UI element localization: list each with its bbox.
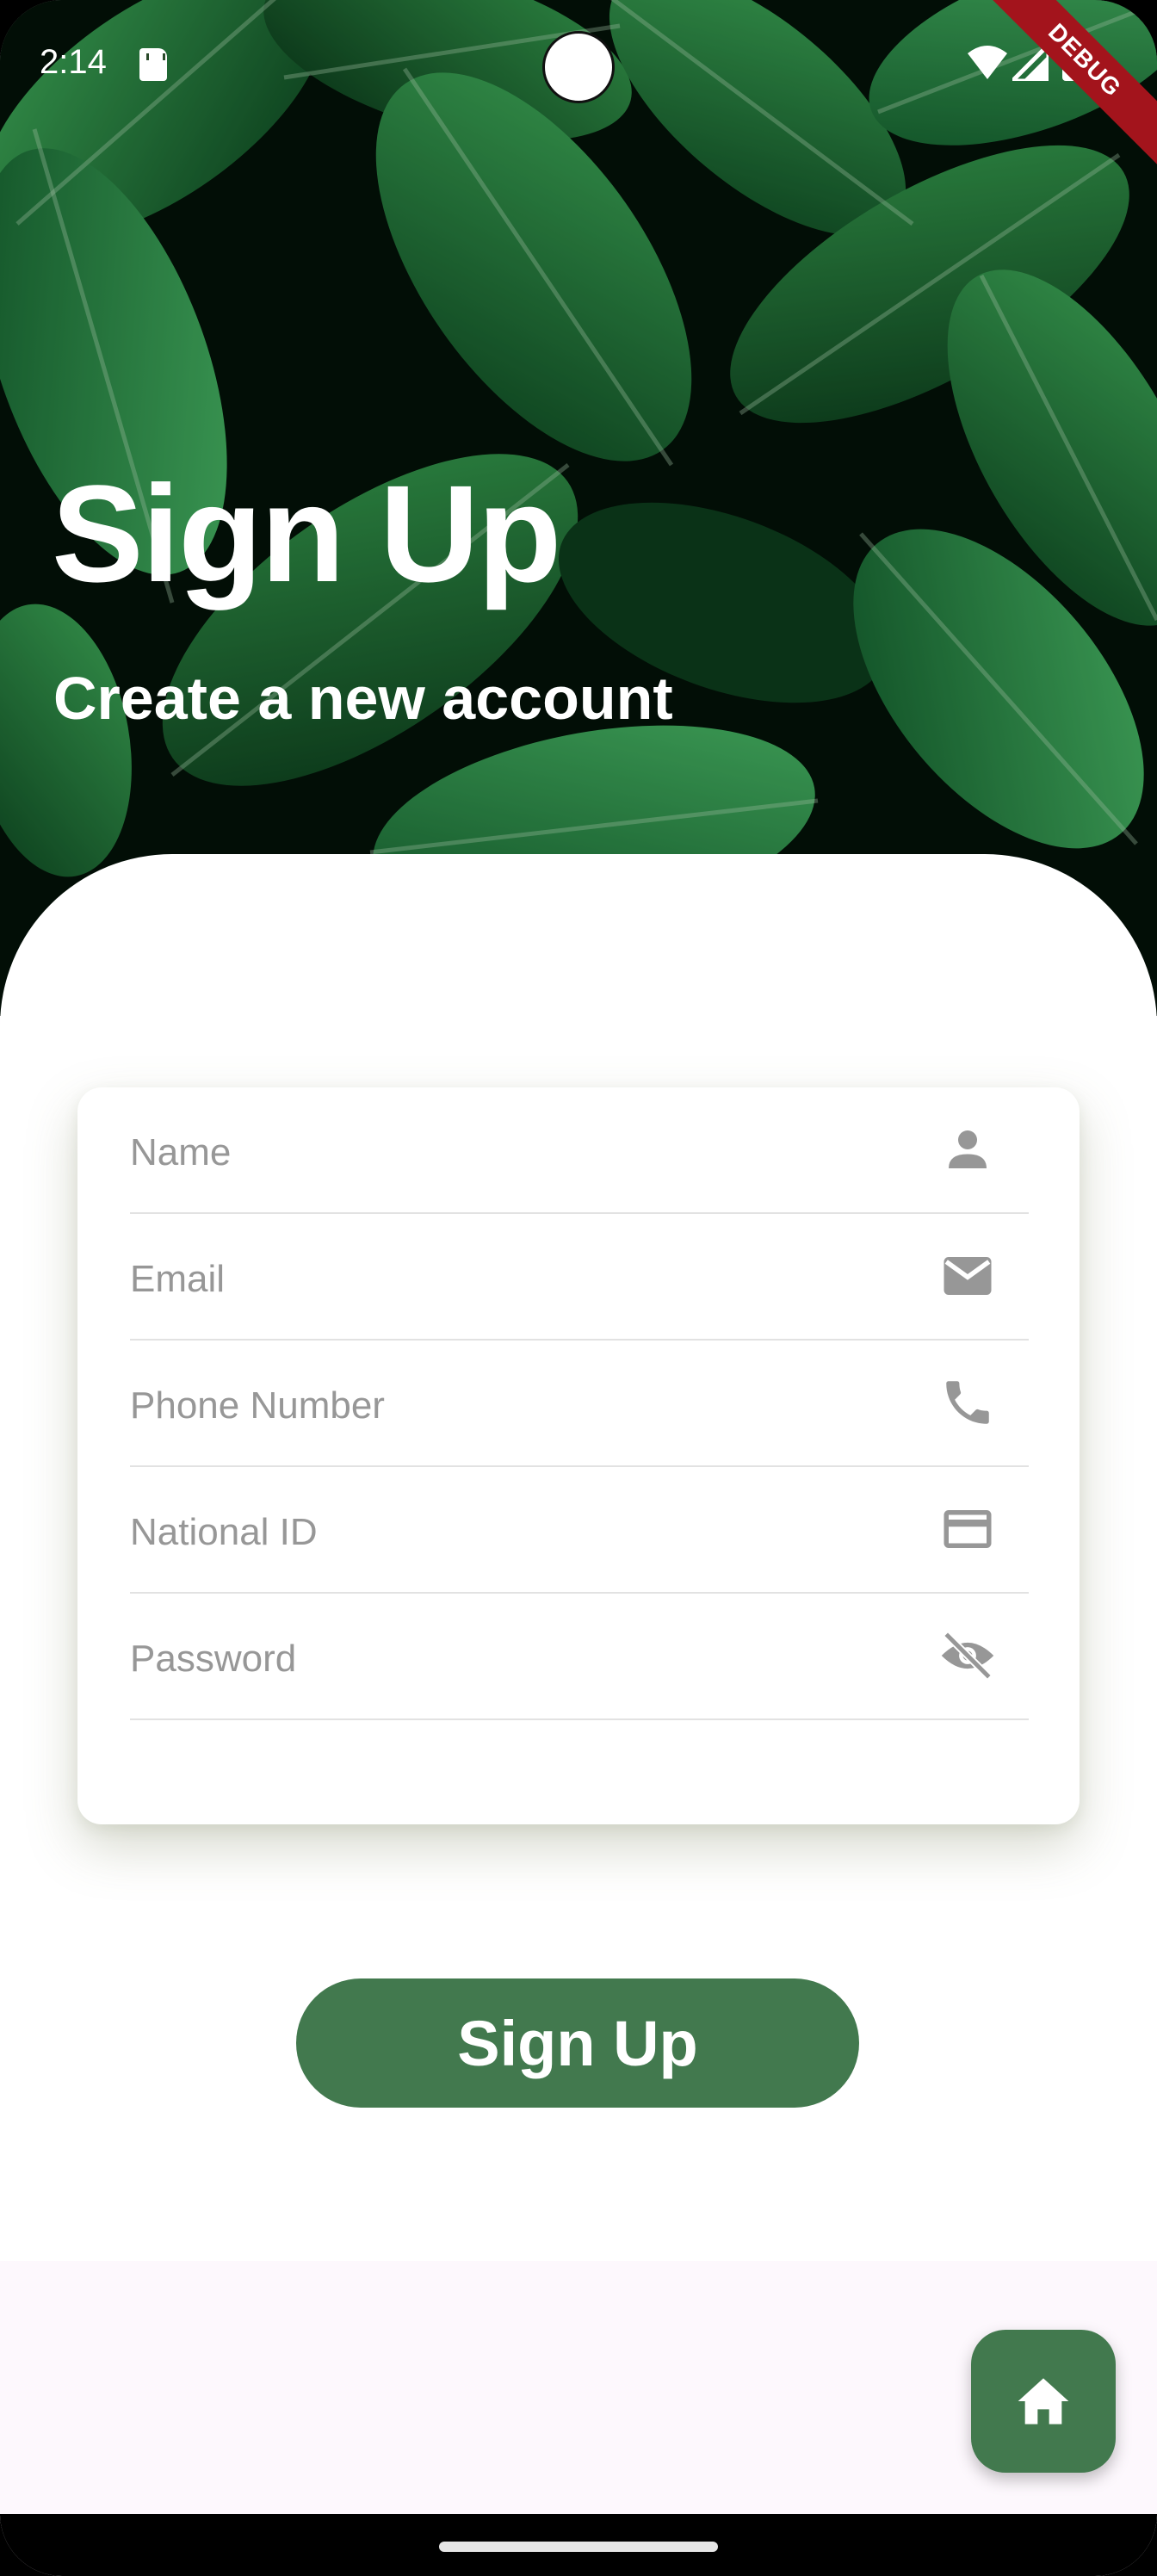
name-field-label: Name	[130, 1131, 232, 1173]
home-icon	[1018, 2378, 1069, 2424]
password-field-label: Password	[130, 1638, 297, 1680]
email-field-label: Email	[130, 1258, 226, 1300]
visibility-off-icon[interactable]	[939, 1627, 996, 1684]
phone-icon	[939, 1374, 996, 1431]
person-icon	[939, 1121, 996, 1178]
page-subtitle: Create a new account	[53, 665, 673, 732]
credit-card-icon	[939, 1501, 996, 1557]
phone-number-field-label: Phone Number	[130, 1384, 385, 1427]
signup-button[interactable]: Sign Up	[296, 1978, 859, 2108]
status-time: 2:14	[40, 43, 107, 81]
national-id-field[interactable]: National ID	[130, 1467, 1029, 1594]
email-field[interactable]: Email	[130, 1214, 1029, 1341]
home-button[interactable]	[971, 2330, 1116, 2473]
sd-card-icon	[139, 48, 167, 81]
phone-number-field[interactable]: Phone Number	[130, 1341, 1029, 1467]
password-field[interactable]: Password	[130, 1594, 1029, 1720]
national-id-field-label: National ID	[130, 1511, 318, 1553]
page-title: Sign Up	[52, 456, 561, 610]
signup-screen: 2:14 DEBUG Sign Up Create a new account …	[0, 0, 1157, 2576]
mail-icon	[939, 1248, 996, 1304]
name-field[interactable]: Name	[130, 1087, 1029, 1214]
status-bar: 2:14	[0, 0, 1157, 129]
gesture-handle[interactable]	[439, 2542, 718, 2552]
signup-form-card: Name Email Phone Number National ID Pass	[77, 1087, 1080, 1824]
camera-cutout	[542, 31, 615, 103]
